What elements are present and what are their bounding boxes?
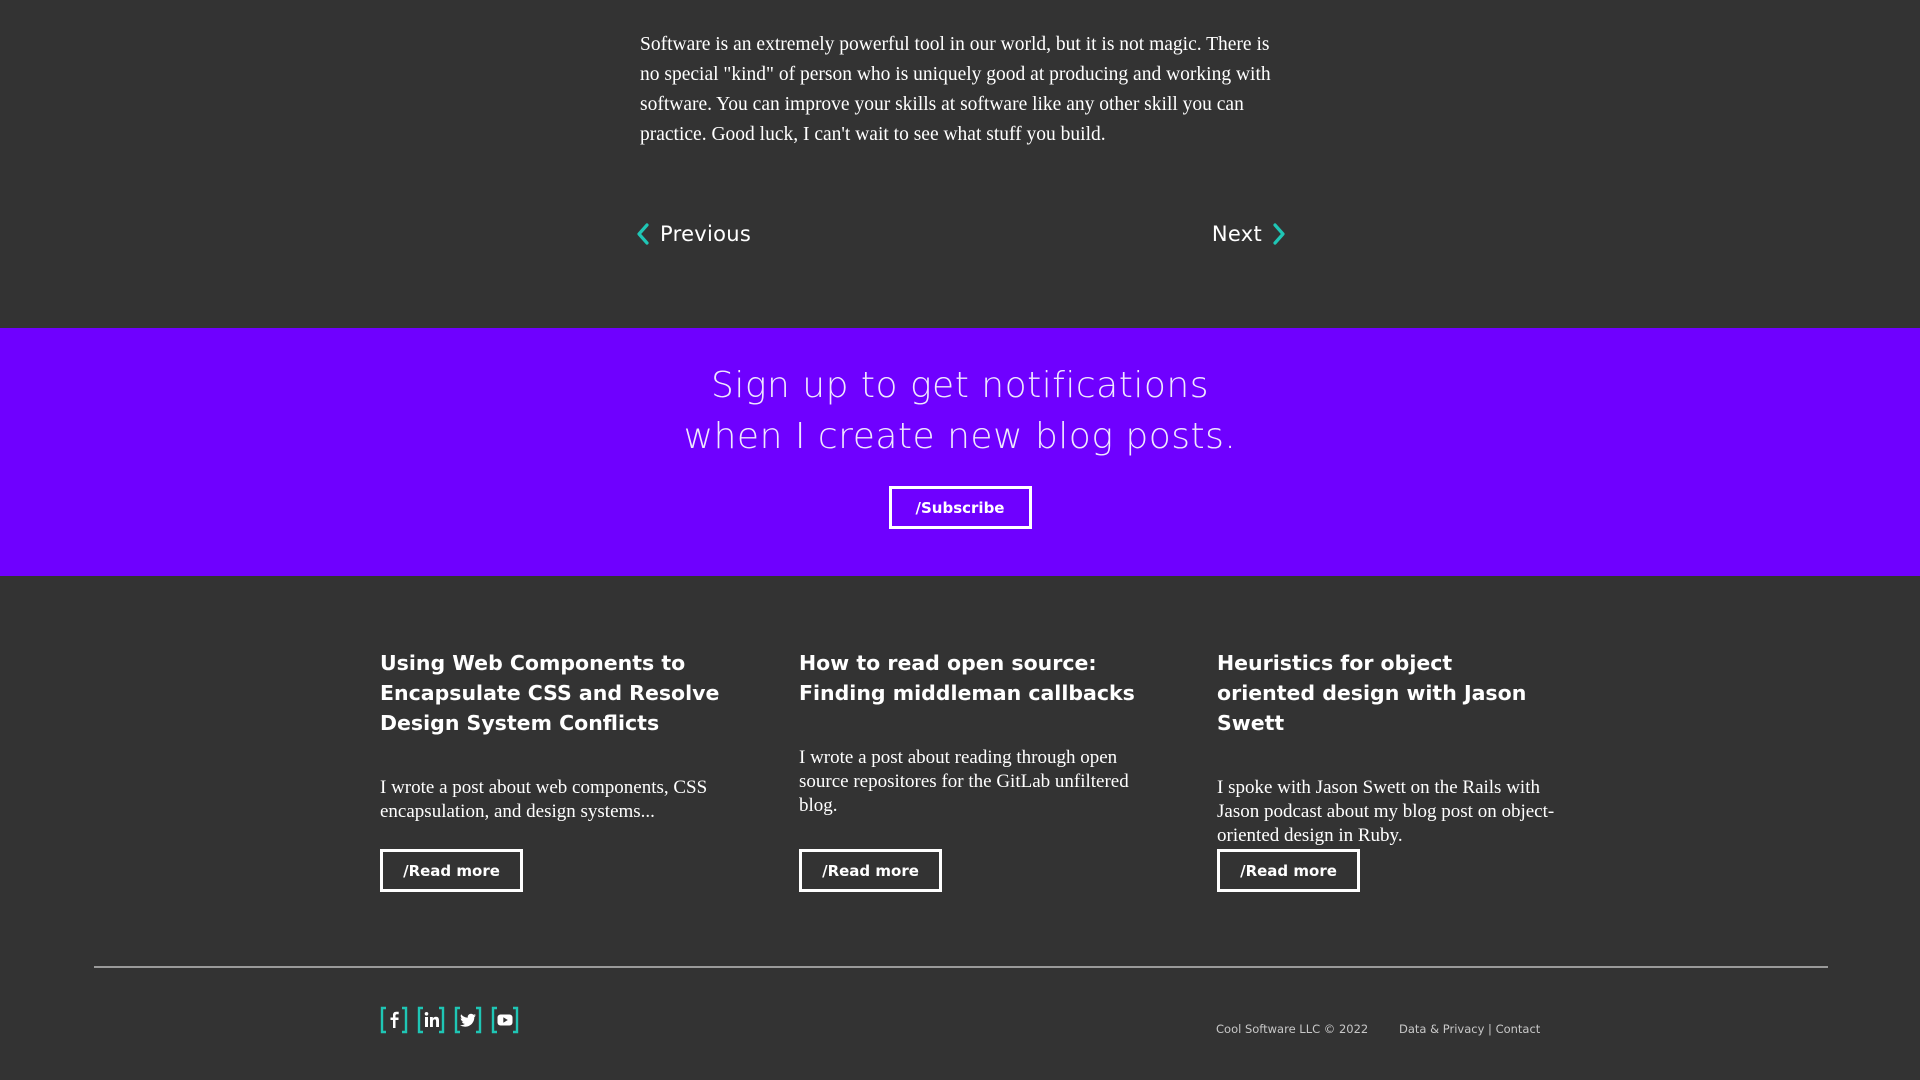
post-card-summary: I wrote a post about reading through ope… [799, 747, 1129, 816]
linkedin-icon[interactable] [417, 1006, 445, 1034]
chevron-left-icon [637, 223, 649, 245]
social-links [380, 1006, 519, 1034]
twitter-icon[interactable] [454, 1006, 482, 1034]
next-label: Next [1211, 222, 1262, 246]
subscribe-heading: Sign up to get notifications when I crea… [0, 360, 1920, 462]
article-body: Software is an extremely powerful tool i… [640, 30, 1280, 150]
subscribe-heading-line1: Sign up to get notifications [711, 365, 1209, 406]
read-more-button[interactable]: /Read more [799, 849, 942, 892]
footer-divider [94, 966, 1828, 968]
post-card-summary: I wrote a post about web components, CSS… [380, 777, 708, 822]
subscribe-button[interactable]: /Subscribe [888, 486, 1032, 529]
read-more-button[interactable]: /Read more [1217, 849, 1360, 892]
legal-separator: | [1488, 1022, 1492, 1036]
subscribe-heading-line2: when I create new blog posts. [683, 416, 1237, 457]
previous-label: Previous [660, 222, 752, 246]
contact-link[interactable]: Contact [1496, 1022, 1541, 1036]
related-posts: Using Web Components to Encapsulate CSS … [380, 648, 1554, 898]
data-privacy-link[interactable]: Data & Privacy [1399, 1022, 1484, 1036]
post-card: Heuristics for object oriented design wi… [1217, 648, 1557, 892]
post-card: Using Web Components to Encapsulate CSS … [380, 648, 720, 892]
subscribe-banner: Sign up to get notifications when I crea… [0, 328, 1920, 576]
youtube-icon[interactable] [491, 1006, 519, 1034]
copyright-text: Cool Software LLC © 2022 [1216, 1022, 1369, 1036]
post-card-title: How to read open source: Finding middlem… [799, 651, 1135, 705]
legal-links: Data & Privacy | Contact [1399, 1022, 1540, 1036]
chevron-right-icon [1273, 223, 1285, 245]
next-post-link[interactable]: Next [1212, 222, 1286, 246]
post-card-summary: I spoke with Jason Swett on the Rails wi… [1217, 777, 1555, 846]
post-card-title: Heuristics for object oriented design wi… [1217, 651, 1527, 735]
previous-post-link[interactable]: Previous [636, 222, 751, 246]
page: Software is an extremely powerful tool i… [0, 0, 1920, 1080]
post-card: How to read open source: Finding middlem… [799, 648, 1139, 892]
post-card-title: Using Web Components to Encapsulate CSS … [380, 651, 720, 735]
facebook-icon[interactable] [380, 1006, 408, 1034]
read-more-button[interactable]: /Read more [380, 849, 523, 892]
article-paragraph: Software is an extremely powerful tool i… [640, 34, 1271, 145]
post-pagination: Previous Next [636, 222, 1286, 254]
